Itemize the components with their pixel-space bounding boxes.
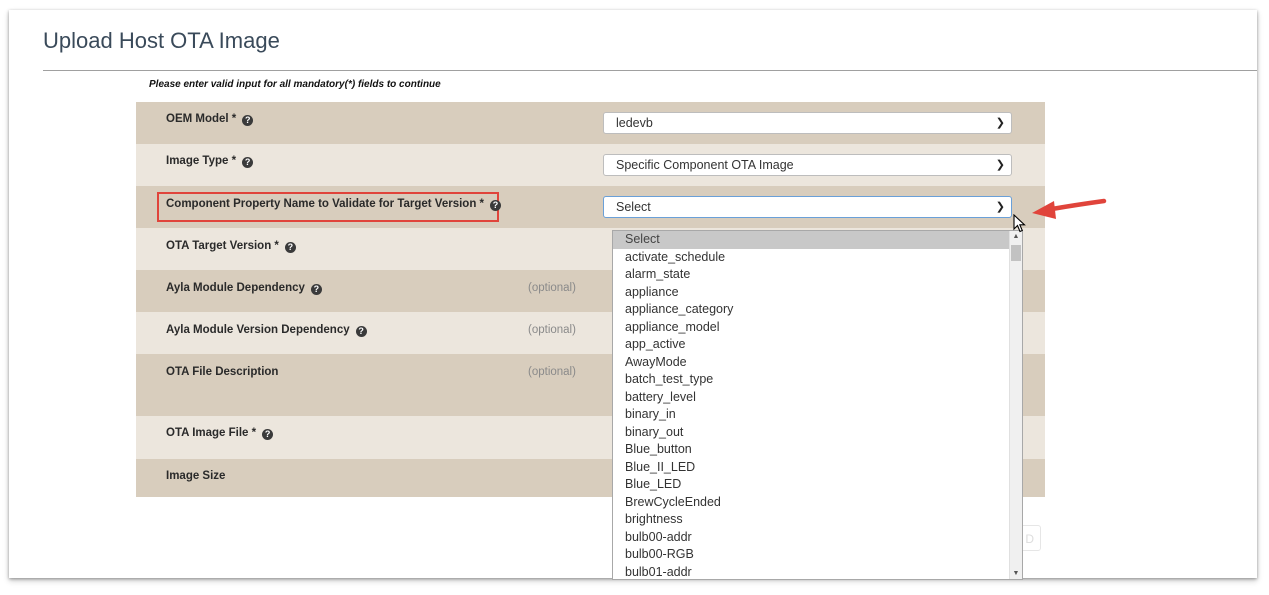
- component-property-select[interactable]: Select ❯: [603, 196, 1012, 218]
- ayla-module-version-dependency-label: Ayla Module Version Dependency: [166, 324, 350, 336]
- ota-image-file-label: OTA Image File *: [166, 427, 257, 439]
- image-type-select[interactable]: Specific Component OTA Image ❯: [603, 154, 1012, 176]
- image-type-label: Image Type *: [166, 155, 237, 167]
- dropdown-option[interactable]: appliance_category: [613, 301, 1022, 319]
- dropdown-option[interactable]: bulb01-addr: [613, 564, 1022, 580]
- optional-tag: (optional): [528, 324, 576, 336]
- dropdown-option[interactable]: bulb00-RGB: [613, 546, 1022, 564]
- dropdown-option[interactable]: brightness: [613, 511, 1022, 529]
- row-oem-model: OEM Model *? ledevb ❯: [136, 102, 1045, 144]
- dropdown-option[interactable]: activate_schedule: [613, 249, 1022, 267]
- title-divider: [43, 70, 1257, 71]
- dropdown-option[interactable]: binary_in: [613, 406, 1022, 424]
- dropdown-option[interactable]: Blue_II_LED: [613, 459, 1022, 477]
- oem-model-label: OEM Model *: [166, 113, 237, 125]
- dropdown-option[interactable]: Blue_button: [613, 441, 1022, 459]
- upload-button-label: D: [1025, 532, 1034, 546]
- optional-tag: (optional): [528, 282, 576, 294]
- help-icon[interactable]: ?: [355, 326, 367, 337]
- dropdown-option[interactable]: appliance: [613, 284, 1022, 302]
- dropdown-option[interactable]: app_active: [613, 336, 1022, 354]
- row-image-type: Image Type *? Specific Component OTA Ima…: [136, 144, 1045, 186]
- ota-target-version-label: OTA Target Version *: [166, 240, 279, 252]
- dropdown-option[interactable]: AwayMode: [613, 354, 1022, 372]
- image-size-label: Image Size: [166, 470, 226, 482]
- help-icon[interactable]: ?: [284, 242, 296, 253]
- ota-file-description-label: OTA File Description: [166, 366, 279, 378]
- chevron-down-icon: ❯: [995, 117, 1005, 129]
- chevron-down-icon: ❯: [995, 201, 1005, 213]
- mandatory-notice: Please enter valid input for all mandato…: [149, 79, 441, 90]
- component-property-label: Component Property Name to Validate for …: [166, 198, 485, 210]
- mouse-cursor-icon: [1013, 214, 1026, 233]
- dropdown-option[interactable]: batch_test_type: [613, 371, 1022, 389]
- red-arrow-annotation-icon: [1032, 198, 1107, 219]
- scroll-up-icon[interactable]: ▲: [1010, 233, 1022, 240]
- dropdown-option[interactable]: BrewCycleEnded: [613, 494, 1022, 512]
- dropdown-option[interactable]: alarm_state: [613, 266, 1022, 284]
- dropdown-option[interactable]: Blue_LED: [613, 476, 1022, 494]
- page-title: Upload Host OTA Image: [43, 28, 280, 53]
- component-property-dropdown-list[interactable]: Select activate_schedule alarm_state applia…: [612, 230, 1023, 580]
- dropdown-option[interactable]: Select: [613, 231, 1022, 249]
- optional-tag: (optional): [528, 366, 576, 378]
- help-icon[interactable]: ?: [262, 429, 274, 440]
- dropdown-scrollbar[interactable]: ▲ ▼: [1009, 231, 1022, 579]
- dropdown-option[interactable]: binary_out: [613, 424, 1022, 442]
- dropdown-options: Select activate_schedule alarm_state applia…: [613, 231, 1022, 580]
- oem-model-value: ledevb: [616, 116, 653, 130]
- scrollbar-thumb[interactable]: [1011, 245, 1021, 261]
- help-icon[interactable]: ?: [242, 115, 254, 126]
- dropdown-option[interactable]: battery_level: [613, 389, 1022, 407]
- help-icon[interactable]: ?: [490, 200, 502, 211]
- dropdown-option[interactable]: bulb00-addr: [613, 529, 1022, 547]
- row-component-property: Component Property Name to Validate for …: [136, 186, 1045, 228]
- help-icon[interactable]: ?: [310, 284, 322, 295]
- chevron-down-icon: ❯: [995, 159, 1005, 171]
- component-property-value: Select: [616, 200, 651, 214]
- dropdown-option[interactable]: appliance_model: [613, 319, 1022, 337]
- oem-model-select[interactable]: ledevb ❯: [603, 112, 1012, 134]
- image-type-value: Specific Component OTA Image: [616, 158, 794, 172]
- scroll-down-icon[interactable]: ▼: [1010, 570, 1022, 577]
- help-icon[interactable]: ?: [242, 157, 254, 168]
- ayla-module-dependency-label: Ayla Module Dependency: [166, 282, 305, 294]
